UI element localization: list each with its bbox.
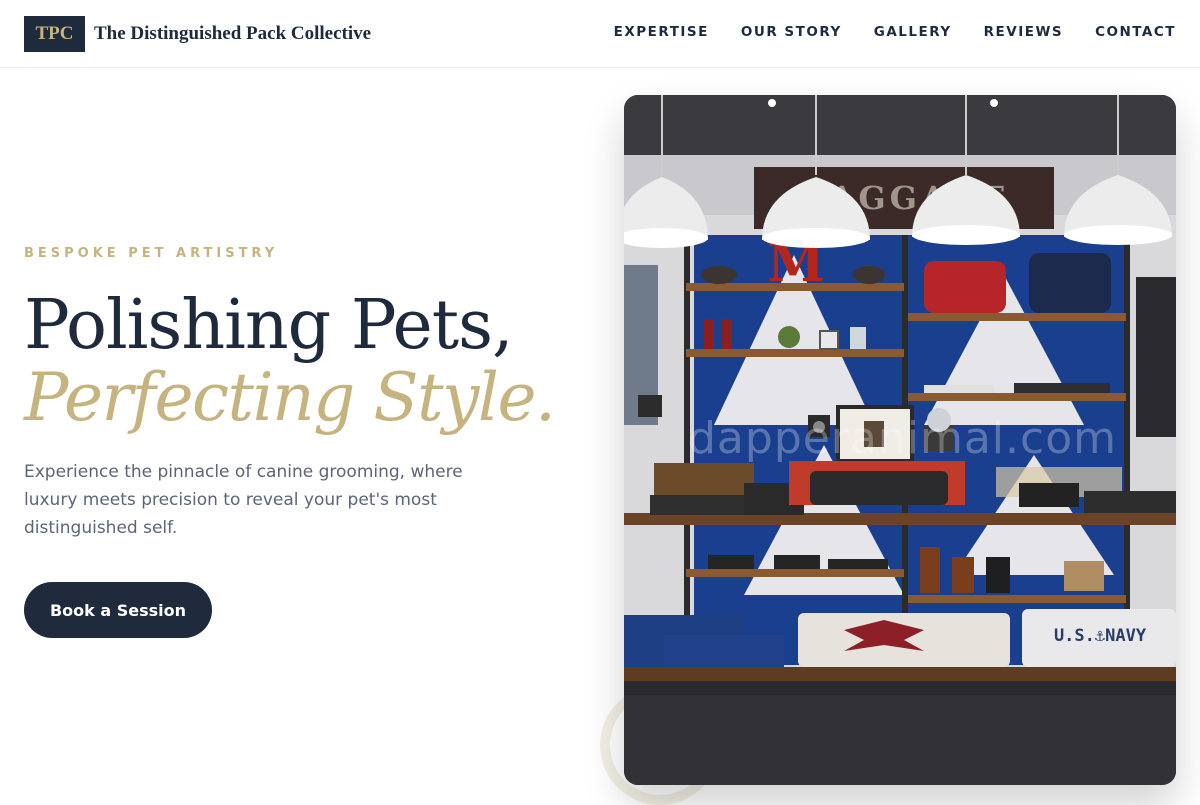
- nav-link-contact[interactable]: CONTACT: [1095, 24, 1176, 40]
- brand-name: The Distinguished Pack Collective: [94, 23, 372, 44]
- nav-link-expertise[interactable]: EXPERTISE: [614, 24, 709, 40]
- hero-headline: Polishing Pets, Perfecting Style.: [24, 286, 556, 436]
- nav-link-our-story[interactable]: OUR STORY: [741, 24, 842, 40]
- nav-link-gallery[interactable]: GALLERY: [874, 24, 952, 40]
- hero-photo: BAGGAGE M U.S.⚓NAVY dapperanimal.com: [624, 95, 1176, 785]
- hero-lead-text: Experience the pinnacle of canine groomi…: [24, 462, 463, 538]
- hero-eyebrow: BESPOKE PET ARTISTRY: [24, 246, 279, 261]
- main-nav: EXPERTISE OUR STORY GALLERY REVIEWS CONT…: [614, 24, 1176, 40]
- hero-headline-line2: Perfecting Style.: [24, 359, 556, 436]
- navy-shirt-text: U.S.⚓NAVY: [1054, 626, 1147, 646]
- hero-headline-line1: Polishing Pets,: [24, 286, 514, 365]
- book-session-button[interactable]: Book a Session: [24, 582, 212, 638]
- photo-watermark: dapperanimal.com: [688, 413, 1117, 464]
- brand-home-link[interactable]: TPC The Distinguished Pack Collective: [24, 16, 371, 52]
- logo-badge: TPC: [24, 16, 85, 52]
- nav-link-reviews[interactable]: REVIEWS: [984, 24, 1063, 40]
- site-header: TPC The Distinguished Pack Collective EX…: [0, 0, 1200, 68]
